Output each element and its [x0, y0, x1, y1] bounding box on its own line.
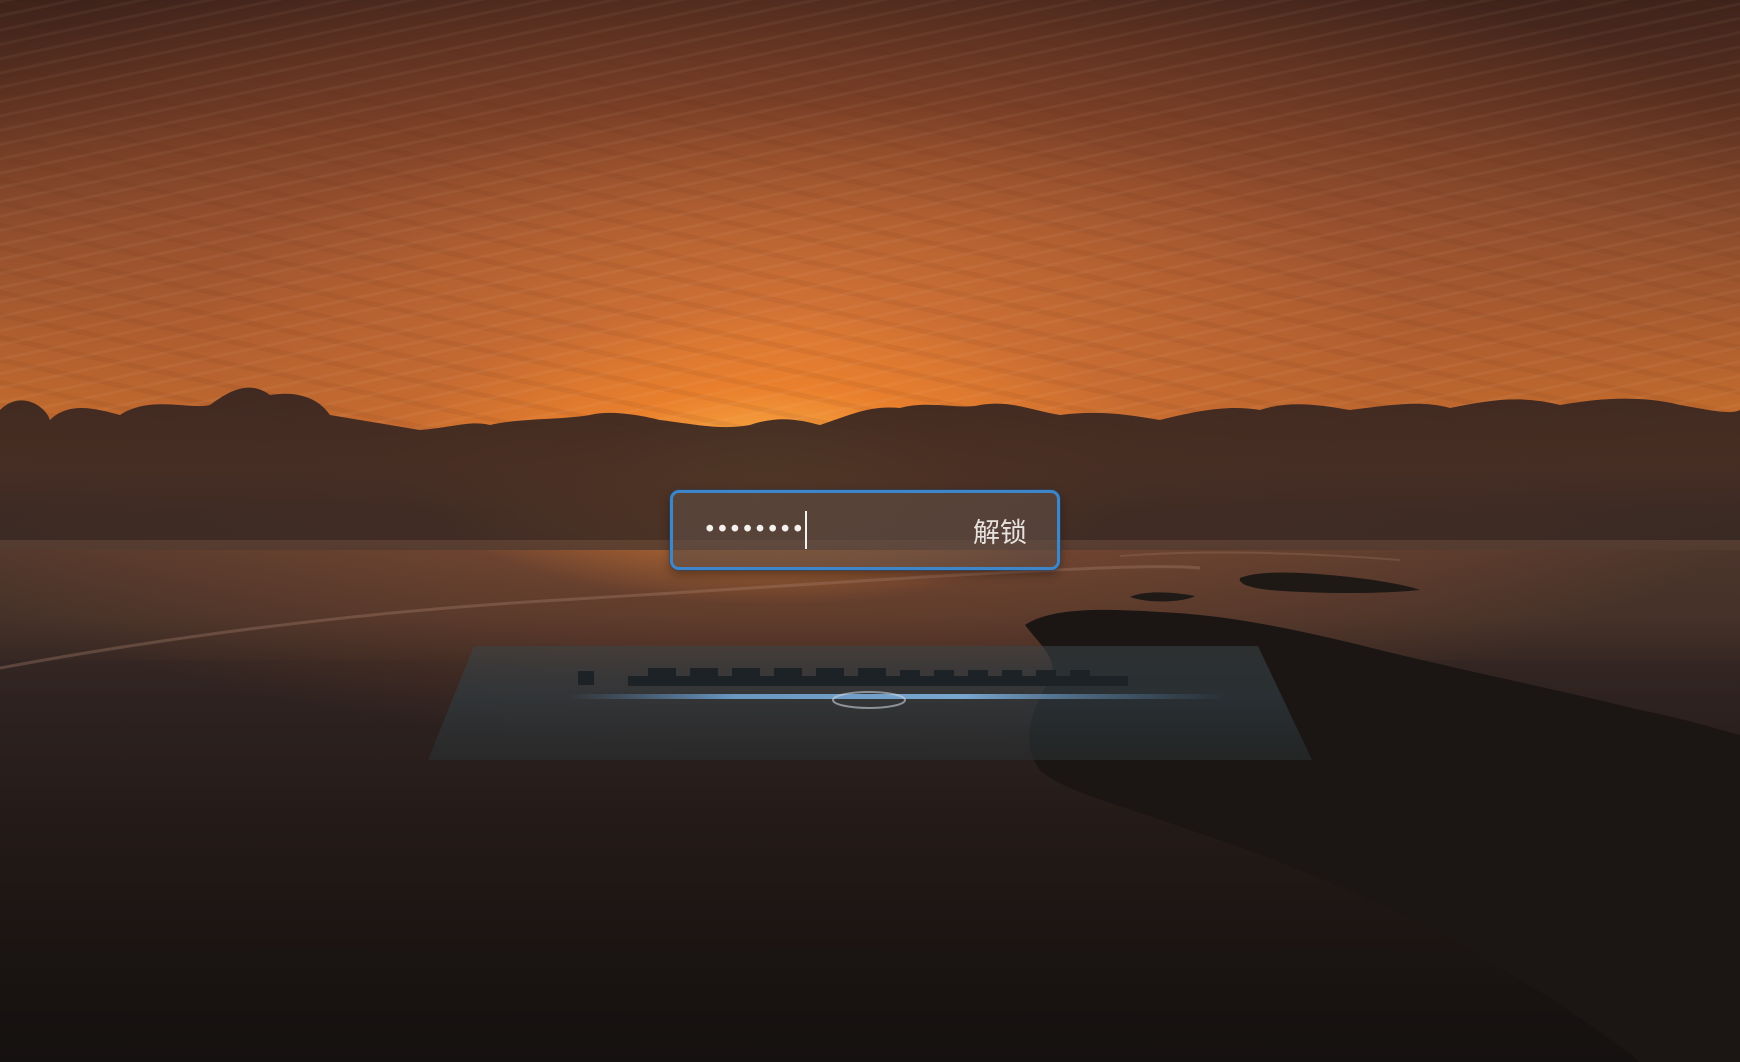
wallpaper-reflection-panel: [428, 646, 1312, 760]
unlock-button[interactable]: 解锁: [953, 493, 1057, 567]
unlock-box: •••••••• 解锁: [670, 490, 1060, 570]
password-input[interactable]: ••••••••: [673, 493, 953, 567]
lock-screen: •••••••• 解锁: [0, 0, 1740, 1062]
text-caret: [804, 511, 807, 549]
password-masked-value: ••••••••: [703, 516, 805, 543]
wallpaper-sky-streaks: [0, 0, 1740, 430]
